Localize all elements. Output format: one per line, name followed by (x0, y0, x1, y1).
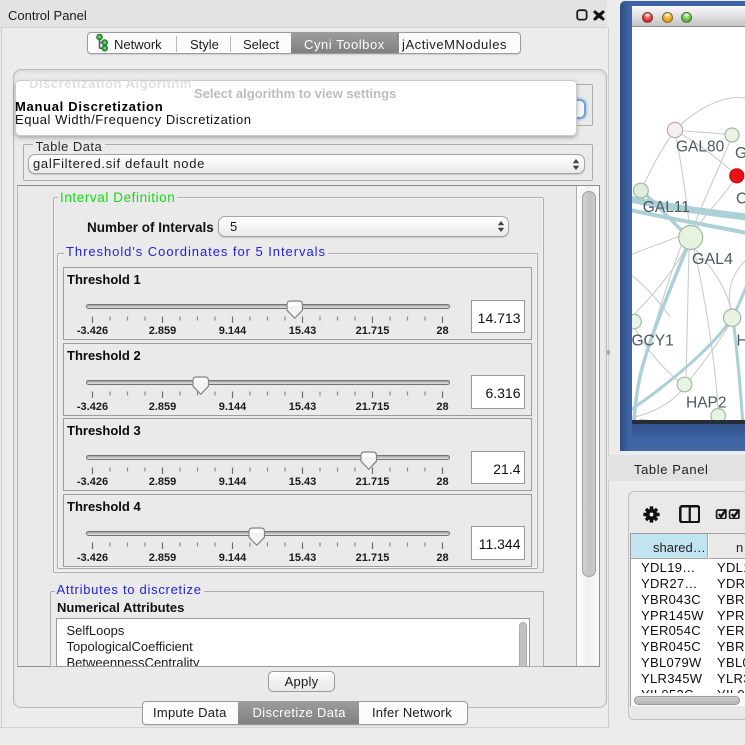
svg-text:C: C (736, 191, 745, 208)
svg-text:GAL4: GAL4 (692, 251, 733, 268)
svg-text:GAL80: GAL80 (676, 139, 725, 156)
svg-text:HAP2: HAP2 (686, 395, 727, 412)
svg-text:GA: GA (735, 145, 745, 162)
svg-text:H: H (737, 333, 745, 350)
svg-text:GCY1: GCY1 (632, 333, 674, 350)
svg-text:GAL11: GAL11 (643, 199, 690, 216)
